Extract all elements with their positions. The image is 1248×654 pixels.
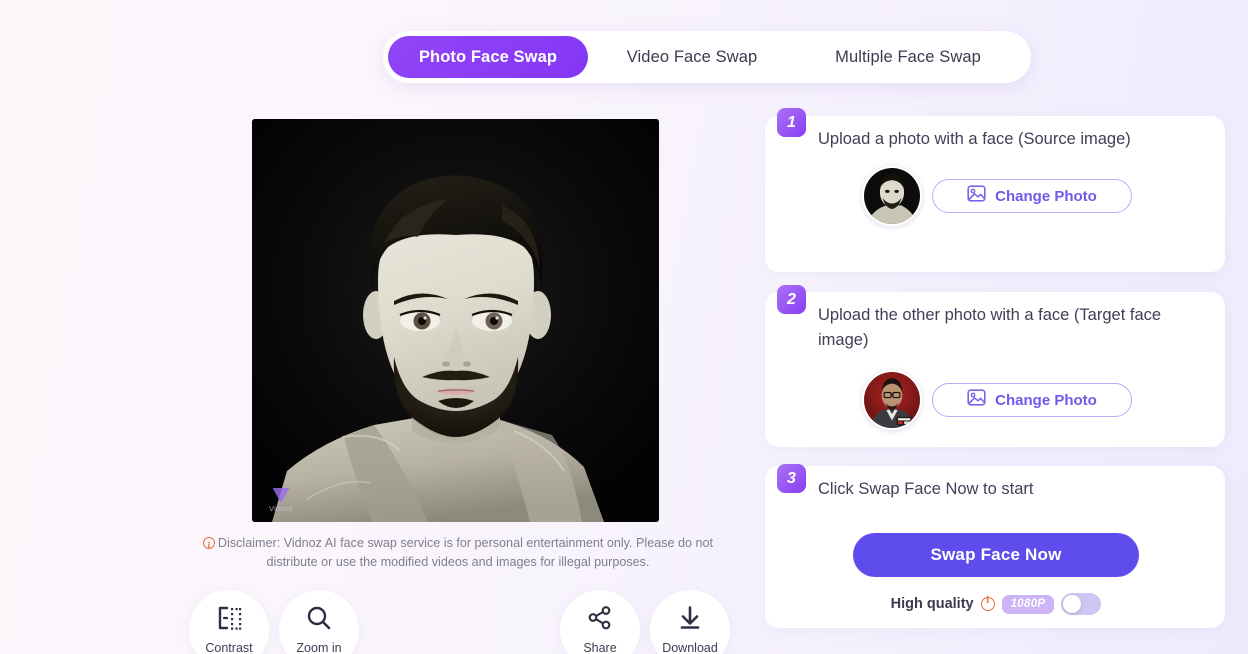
zoom-in-button[interactable]: Zoom in (279, 590, 359, 654)
download-button-label: Download (662, 641, 718, 654)
image-icon (967, 388, 986, 412)
step-3-title: Click Swap Face Now to start (818, 480, 1034, 498)
high-quality-toggle[interactable] (1061, 593, 1102, 615)
disclaimer: Disclaimer: Vidnoz AI face swap service … (178, 534, 738, 572)
magnifier-icon (306, 605, 332, 636)
step-number-badge-1: 1 (777, 108, 806, 137)
contrast-button[interactable]: Contrast (189, 590, 269, 654)
step-2-title: Upload the other photo with a face (Targ… (818, 306, 1162, 349)
share-button[interactable]: Share (560, 590, 640, 654)
image-icon (967, 184, 986, 208)
disclaimer-text: Disclaimer: Vidnoz AI face swap service … (217, 536, 714, 569)
tab-photo-face-swap[interactable]: Photo Face Swap (388, 36, 588, 78)
tab-multiple-face-swap[interactable]: Multiple Face Swap (796, 36, 1020, 78)
source-image-avatar[interactable] (862, 166, 922, 226)
change-target-photo-label: Change Photo (995, 391, 1097, 409)
tab-video-face-swap[interactable]: Video Face Swap (588, 36, 796, 78)
step-number-badge-3: 3 (777, 464, 806, 493)
tab-list: Photo Face Swap Video Face Swap Multiple… (383, 31, 1031, 83)
toggle-knob (1063, 595, 1082, 613)
face-swap-tabbar: Photo Face Swap Video Face Swap Multiple… (383, 31, 1031, 83)
target-image-avatar[interactable] (862, 370, 922, 430)
step-card-3: Click Swap Face Now to start Swap Face N… (765, 466, 1225, 628)
swap-face-now-button[interactable]: Swap Face Now (853, 533, 1139, 577)
share-icon (587, 605, 613, 636)
share-button-label: Share (583, 641, 617, 654)
step-1-title: Upload a photo with a face (Source image… (818, 130, 1131, 148)
change-source-photo-label: Change Photo (995, 187, 1097, 205)
change-source-photo-button[interactable]: Change Photo (932, 179, 1132, 213)
change-target-photo-button[interactable]: Change Photo (932, 383, 1132, 417)
contrast-icon (215, 605, 243, 636)
zoom-in-button-label: Zoom in (296, 641, 342, 654)
high-quality-row: High quality 1080P (853, 592, 1139, 616)
download-icon (677, 605, 703, 636)
info-icon[interactable] (980, 595, 995, 611)
high-quality-label: High quality (890, 596, 974, 612)
step-card-1: Upload a photo with a face (Source image… (765, 116, 1225, 272)
step-card-2: Upload the other photo with a face (Targ… (765, 292, 1225, 447)
download-button[interactable]: Download (650, 590, 730, 654)
contrast-button-label: Contrast (205, 641, 253, 654)
step-number-badge-2: 2 (777, 285, 806, 314)
result-preview-image[interactable] (252, 119, 659, 522)
resolution-badge: 1080P (1001, 594, 1055, 614)
info-icon (202, 536, 215, 555)
